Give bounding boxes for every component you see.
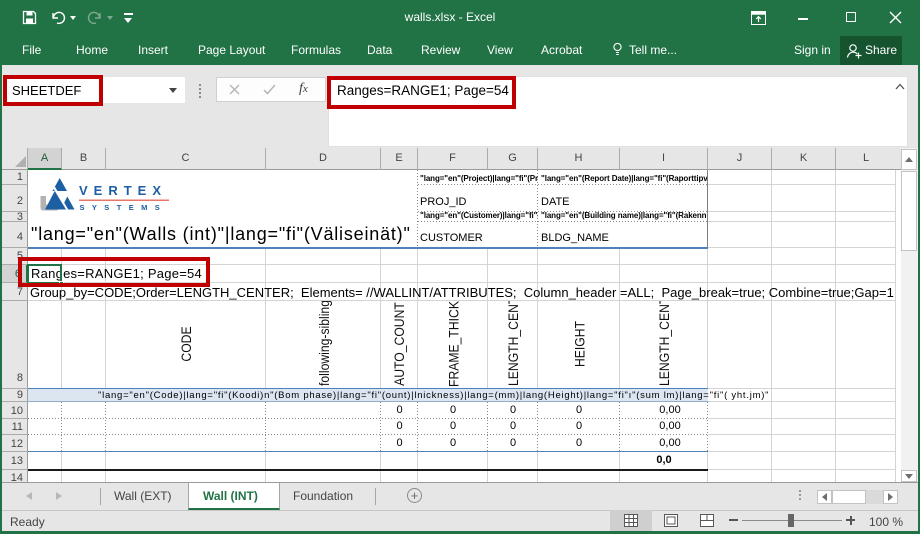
svg-text:SYSTEMS: SYSTEMS [80,203,168,212]
svg-text:VERTEX: VERTEX [79,183,167,198]
